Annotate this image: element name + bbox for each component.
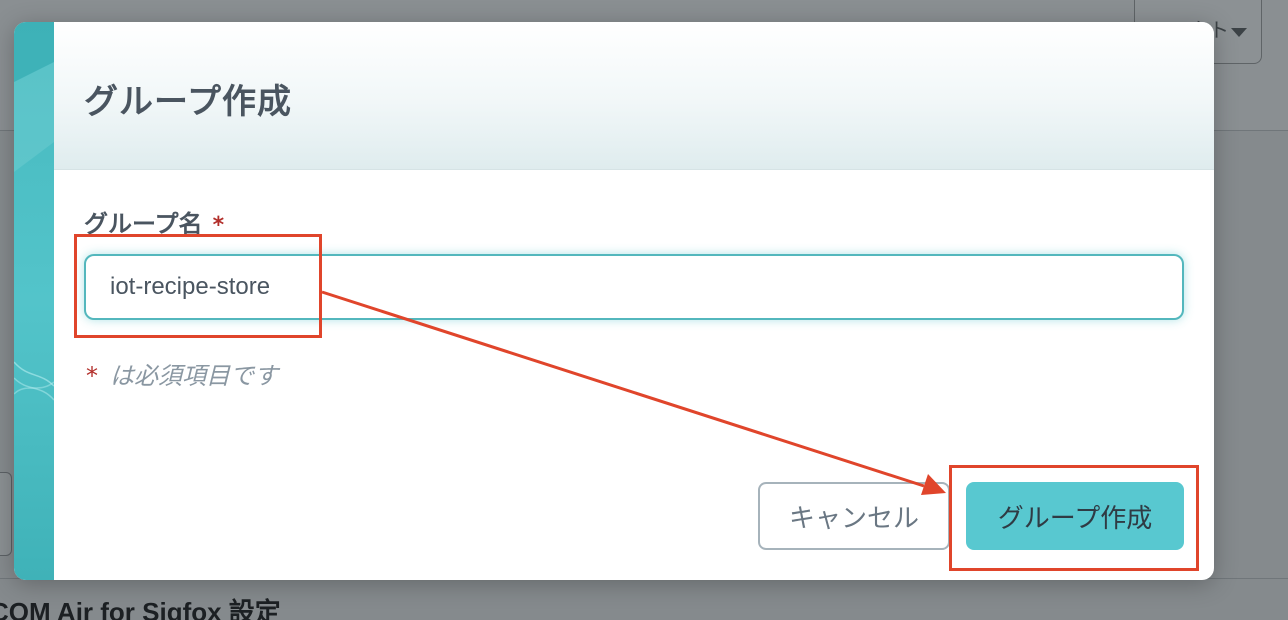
arrow-icon: [321, 290, 946, 495]
